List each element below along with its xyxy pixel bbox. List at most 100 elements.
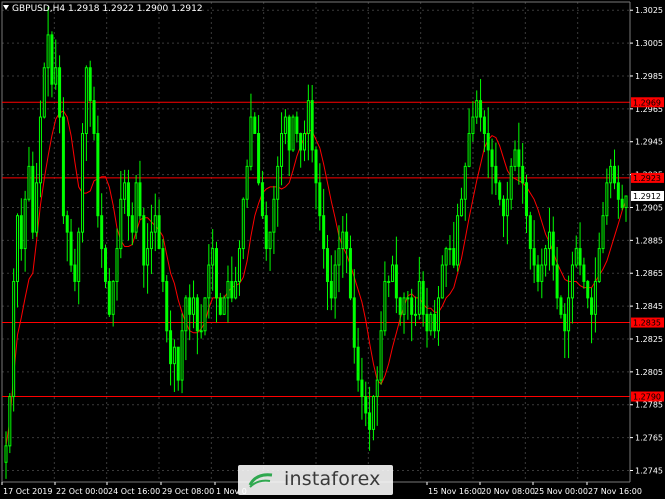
candle-body xyxy=(333,264,337,299)
candle-body xyxy=(19,215,23,250)
candle-body xyxy=(383,280,387,332)
candle-body xyxy=(195,297,199,332)
candle-body xyxy=(111,280,115,315)
candle-body xyxy=(287,116,291,151)
candle-body xyxy=(211,248,215,266)
candle-body xyxy=(371,396,375,430)
candle-body xyxy=(264,215,268,250)
candle-body xyxy=(38,116,42,184)
candle-body xyxy=(157,215,161,250)
candle-body xyxy=(467,133,471,167)
candle-body xyxy=(567,297,571,332)
candle-body xyxy=(46,34,50,69)
candle-body xyxy=(8,396,12,447)
candle-body xyxy=(104,248,108,282)
candle-body xyxy=(563,313,567,332)
candle-body xyxy=(58,67,62,118)
candle-body xyxy=(226,280,230,299)
candle-body xyxy=(73,264,77,282)
candle-body xyxy=(188,297,192,315)
candle-body xyxy=(448,248,452,251)
candle-body xyxy=(498,182,502,200)
instaforex-logo: instaforex xyxy=(238,465,393,495)
candle-body xyxy=(582,264,586,282)
candle-body xyxy=(245,165,249,200)
candle-body xyxy=(50,34,54,85)
candle-body xyxy=(149,231,153,250)
candle-body xyxy=(42,67,46,118)
candle-body xyxy=(505,198,509,217)
candle-body xyxy=(169,330,173,365)
candle-body xyxy=(23,198,27,250)
ohlc-values: 1.2918 1.2922 1.2900 1.2912 xyxy=(68,4,203,14)
candle-body xyxy=(528,215,532,250)
logo-mark-icon xyxy=(248,473,273,488)
candle-body xyxy=(295,116,299,135)
candle-body xyxy=(410,297,414,315)
candle-body xyxy=(479,100,483,118)
chevron-down-icon[interactable] xyxy=(3,5,9,10)
candle-body xyxy=(544,248,548,266)
candle-body xyxy=(613,165,617,184)
candle-body xyxy=(81,133,85,233)
candle-body xyxy=(299,133,303,151)
candle-body xyxy=(471,116,475,135)
candle-body xyxy=(192,297,196,315)
x-tick-label: 29 Oct 08:00 xyxy=(162,487,214,496)
candle-body xyxy=(356,346,360,381)
candle-body xyxy=(337,248,341,266)
candle-body xyxy=(203,297,207,332)
x-tick-label: 17 Oct 2019 xyxy=(3,487,52,496)
candle-body xyxy=(387,280,391,283)
candle-body xyxy=(306,100,310,135)
candle-body xyxy=(517,149,521,167)
candle-body xyxy=(303,133,307,151)
candle-body xyxy=(199,330,203,333)
y-tick-label: 1.3025 xyxy=(635,6,663,15)
level-label: 1.2923 xyxy=(633,174,661,183)
candle-body xyxy=(444,248,448,266)
candle-body xyxy=(31,165,35,233)
candle-body xyxy=(475,100,479,118)
candle-body xyxy=(616,182,620,200)
symbol-label: GBPUSD,H4 xyxy=(12,4,66,14)
candle-body xyxy=(268,231,272,250)
logo-text: instaforex xyxy=(284,468,381,490)
candle-body xyxy=(502,198,506,217)
level-label: 1.2790 xyxy=(633,393,661,402)
candle-body xyxy=(138,182,142,217)
y-tick-label: 1.2805 xyxy=(635,368,663,377)
level-label: 1.2969 xyxy=(633,98,661,107)
current-price-label: 1.2912 xyxy=(633,192,661,201)
candle-body xyxy=(260,182,264,217)
candle-body xyxy=(352,297,356,348)
candle-body xyxy=(283,116,287,135)
chart-header: GBPUSD,H4 1.2918 1.2922 1.2900 1.2912 xyxy=(3,4,203,14)
candle-body xyxy=(119,198,123,250)
candle-body xyxy=(521,165,525,184)
candle-body xyxy=(107,280,111,315)
candle-body xyxy=(314,149,318,184)
candle-body xyxy=(436,297,440,332)
candle-body xyxy=(4,445,8,463)
candle-body xyxy=(452,248,456,266)
candle-body xyxy=(126,182,130,217)
candle-body xyxy=(494,165,498,184)
y-tick-label: 1.2905 xyxy=(635,203,663,212)
candle-body xyxy=(624,195,628,208)
candle-body xyxy=(417,280,421,315)
candle-body xyxy=(482,116,486,135)
price-chart[interactable]: 1.30251.30051.29851.29651.29451.29251.29… xyxy=(0,0,665,499)
candle-body xyxy=(590,297,594,315)
candle-body xyxy=(146,248,150,266)
candle-body xyxy=(214,248,218,299)
chart-grid xyxy=(1,1,631,483)
candle-body xyxy=(425,313,429,332)
candle-body xyxy=(142,215,146,266)
candle-body xyxy=(429,313,433,332)
candle-body xyxy=(524,182,528,217)
candle-body xyxy=(368,412,372,430)
candle-body xyxy=(398,297,402,315)
candle-body xyxy=(601,215,605,250)
candle-body xyxy=(230,280,234,299)
